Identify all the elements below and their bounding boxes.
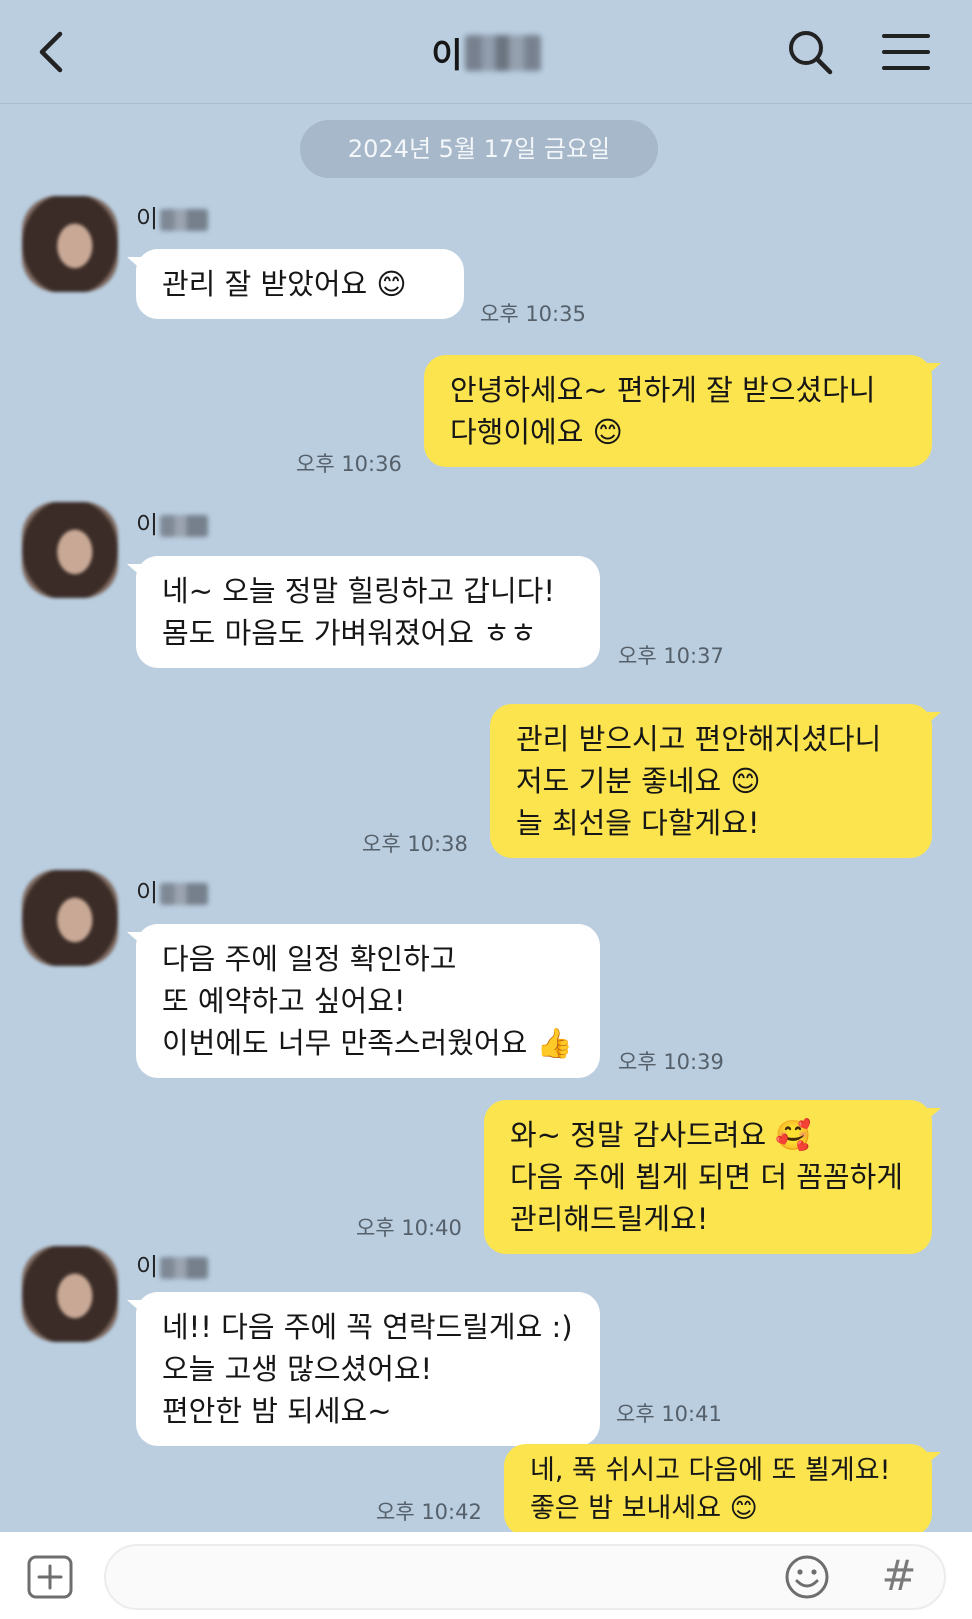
message-bubble-outgoing[interactable]: 안녕하세요~ 편하게 잘 받으셨다니 다행이에요 😊 — [424, 355, 941, 467]
message-bubble-incoming[interactable]: 네~ 오늘 정말 힐링하고 갑니다! 몸도 마음도 가벼워졌어요 ㅎㅎ — [127, 556, 600, 668]
sender-name-text: 이 — [136, 511, 159, 539]
chat-title-text: 이 — [431, 36, 463, 76]
search-icon — [789, 31, 833, 75]
sender-name: 이 — [136, 878, 209, 908]
message-time: 오후 10:42 — [376, 1500, 482, 1524]
sender-name-text: 이 — [136, 205, 159, 233]
hash-icon[interactable]: # — [876, 1550, 922, 1602]
name-redaction — [160, 1257, 209, 1279]
avatar[interactable] — [22, 870, 118, 966]
sender-name-text: 이 — [136, 1253, 159, 1281]
plus-square-icon — [27, 1555, 73, 1599]
message-time: 오후 10:39 — [618, 1050, 724, 1074]
message-time: 오후 10:38 — [362, 832, 468, 856]
sender-name: 이 — [136, 510, 209, 540]
attach-button[interactable] — [26, 1554, 74, 1600]
avatar[interactable] — [22, 502, 118, 598]
avatar[interactable] — [22, 1246, 118, 1342]
emoji-button[interactable] — [784, 1554, 830, 1600]
message-time: 오후 10:35 — [480, 302, 586, 326]
message-bubble-outgoing[interactable]: 관리 받으시고 편안해지셨다니 저도 기분 좋네요 😊 늘 최선을 다할게요! — [490, 704, 941, 858]
sender-name-text: 이 — [136, 879, 159, 907]
date-divider: 2024년 5월 17일 금요일 — [300, 120, 658, 178]
message-time: 오후 10:41 — [616, 1402, 722, 1426]
message-time: 오후 10:37 — [618, 644, 724, 668]
hamburger-menu-icon — [882, 34, 930, 70]
name-redaction — [160, 515, 209, 537]
message-bubble-outgoing[interactable]: 네, 푹 쉬시고 다음에 또 뵐게요! 좋은 밤 보내세요 😊 — [504, 1444, 941, 1536]
title-redaction — [464, 34, 541, 71]
message-bubble-incoming[interactable]: 다음 주에 일정 확인하고 또 예약하고 싶어요! 이번에도 너무 만족스러웠어… — [127, 924, 600, 1078]
name-redaction — [160, 209, 209, 231]
sender-name: 이 — [136, 204, 209, 234]
chat-header: 이 — [0, 0, 972, 104]
sender-name: 이 — [136, 1252, 209, 1282]
message-bubble-incoming[interactable]: 네!! 다음 주에 꼭 연락드릴게요 :) 오늘 고생 많으셨어요! 편안한 밤… — [127, 1292, 600, 1446]
message-bubble-incoming[interactable]: 관리 잘 받았어요 😊 — [127, 249, 464, 319]
name-redaction — [160, 883, 209, 905]
message-time: 오후 10:36 — [296, 452, 402, 476]
message-bubble-outgoing[interactable]: 와~ 정말 감사드려요 🥰 다음 주에 뵙게 되면 더 꼼꼼하게 관리해드릴게요… — [484, 1100, 941, 1254]
message-input-bar: # — [0, 1532, 972, 1619]
avatar[interactable] — [22, 196, 118, 292]
menu-button[interactable] — [882, 30, 930, 74]
message-time: 오후 10:40 — [356, 1216, 462, 1240]
smiley-icon — [785, 1555, 829, 1599]
search-button[interactable] — [786, 28, 834, 76]
